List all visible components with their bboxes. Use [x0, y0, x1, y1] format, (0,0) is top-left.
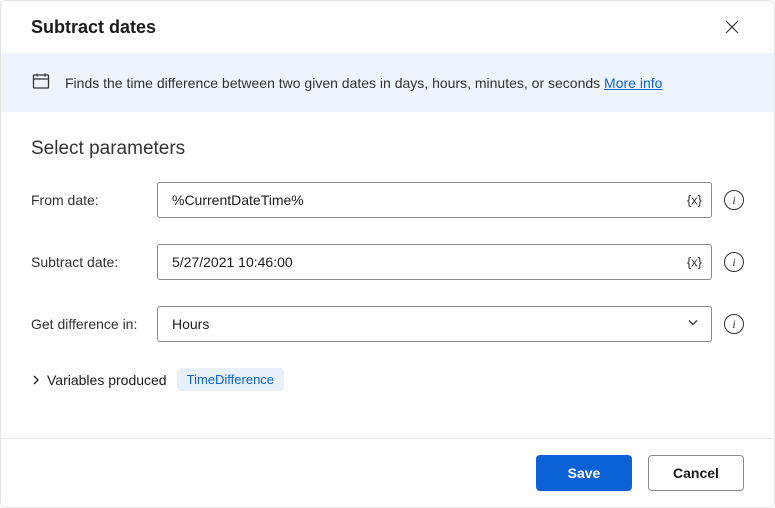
get-difference-select[interactable]: Hours [157, 306, 712, 342]
variable-chip-timedifference[interactable]: TimeDifference [177, 368, 284, 391]
get-difference-value: Hours [172, 316, 209, 332]
dialog-body: Select parameters From date: {x} i Subtr… [1, 112, 774, 438]
info-text: Finds the time difference between two gi… [65, 75, 604, 91]
cancel-button[interactable]: Cancel [648, 455, 744, 491]
from-date-row: From date: {x} i [31, 182, 744, 218]
from-date-control: {x} [157, 182, 712, 218]
close-button[interactable] [720, 15, 744, 39]
get-difference-control: Hours [157, 306, 712, 342]
section-title: Select parameters [31, 138, 744, 160]
subtract-date-variable-button[interactable]: {x} [687, 255, 702, 270]
variables-label: Variables produced [47, 372, 167, 388]
from-date-info-icon[interactable]: i [724, 190, 744, 210]
dialog-title: Subtract dates [31, 17, 156, 38]
info-bar: Finds the time difference between two gi… [1, 53, 774, 112]
from-date-variable-button[interactable]: {x} [687, 193, 702, 208]
get-difference-label: Get difference in: [31, 316, 157, 332]
save-button[interactable]: Save [536, 455, 632, 491]
more-info-link[interactable]: More info [604, 75, 662, 91]
dialog-titlebar: Subtract dates [1, 1, 774, 53]
subtract-dates-dialog: Subtract dates Finds the time difference… [0, 0, 775, 508]
subtract-date-input[interactable] [157, 244, 712, 280]
from-date-input[interactable] [157, 182, 712, 218]
from-date-label: From date: [31, 192, 157, 208]
variables-expander[interactable]: Variables produced [31, 372, 167, 388]
dialog-footer: Save Cancel [1, 438, 774, 507]
calendar-icon [31, 71, 51, 94]
variables-produced-row: Variables produced TimeDifference [31, 368, 744, 391]
chevron-down-icon [686, 316, 700, 333]
chevron-right-icon [31, 375, 41, 385]
subtract-date-row: Subtract date: {x} i [31, 244, 744, 280]
subtract-date-control: {x} [157, 244, 712, 280]
subtract-date-info-icon[interactable]: i [724, 252, 744, 272]
get-difference-info-icon[interactable]: i [724, 314, 744, 334]
info-text-container: Finds the time difference between two gi… [65, 75, 662, 91]
subtract-date-label: Subtract date: [31, 254, 157, 270]
get-difference-row: Get difference in: Hours i [31, 306, 744, 342]
close-icon [725, 20, 739, 34]
